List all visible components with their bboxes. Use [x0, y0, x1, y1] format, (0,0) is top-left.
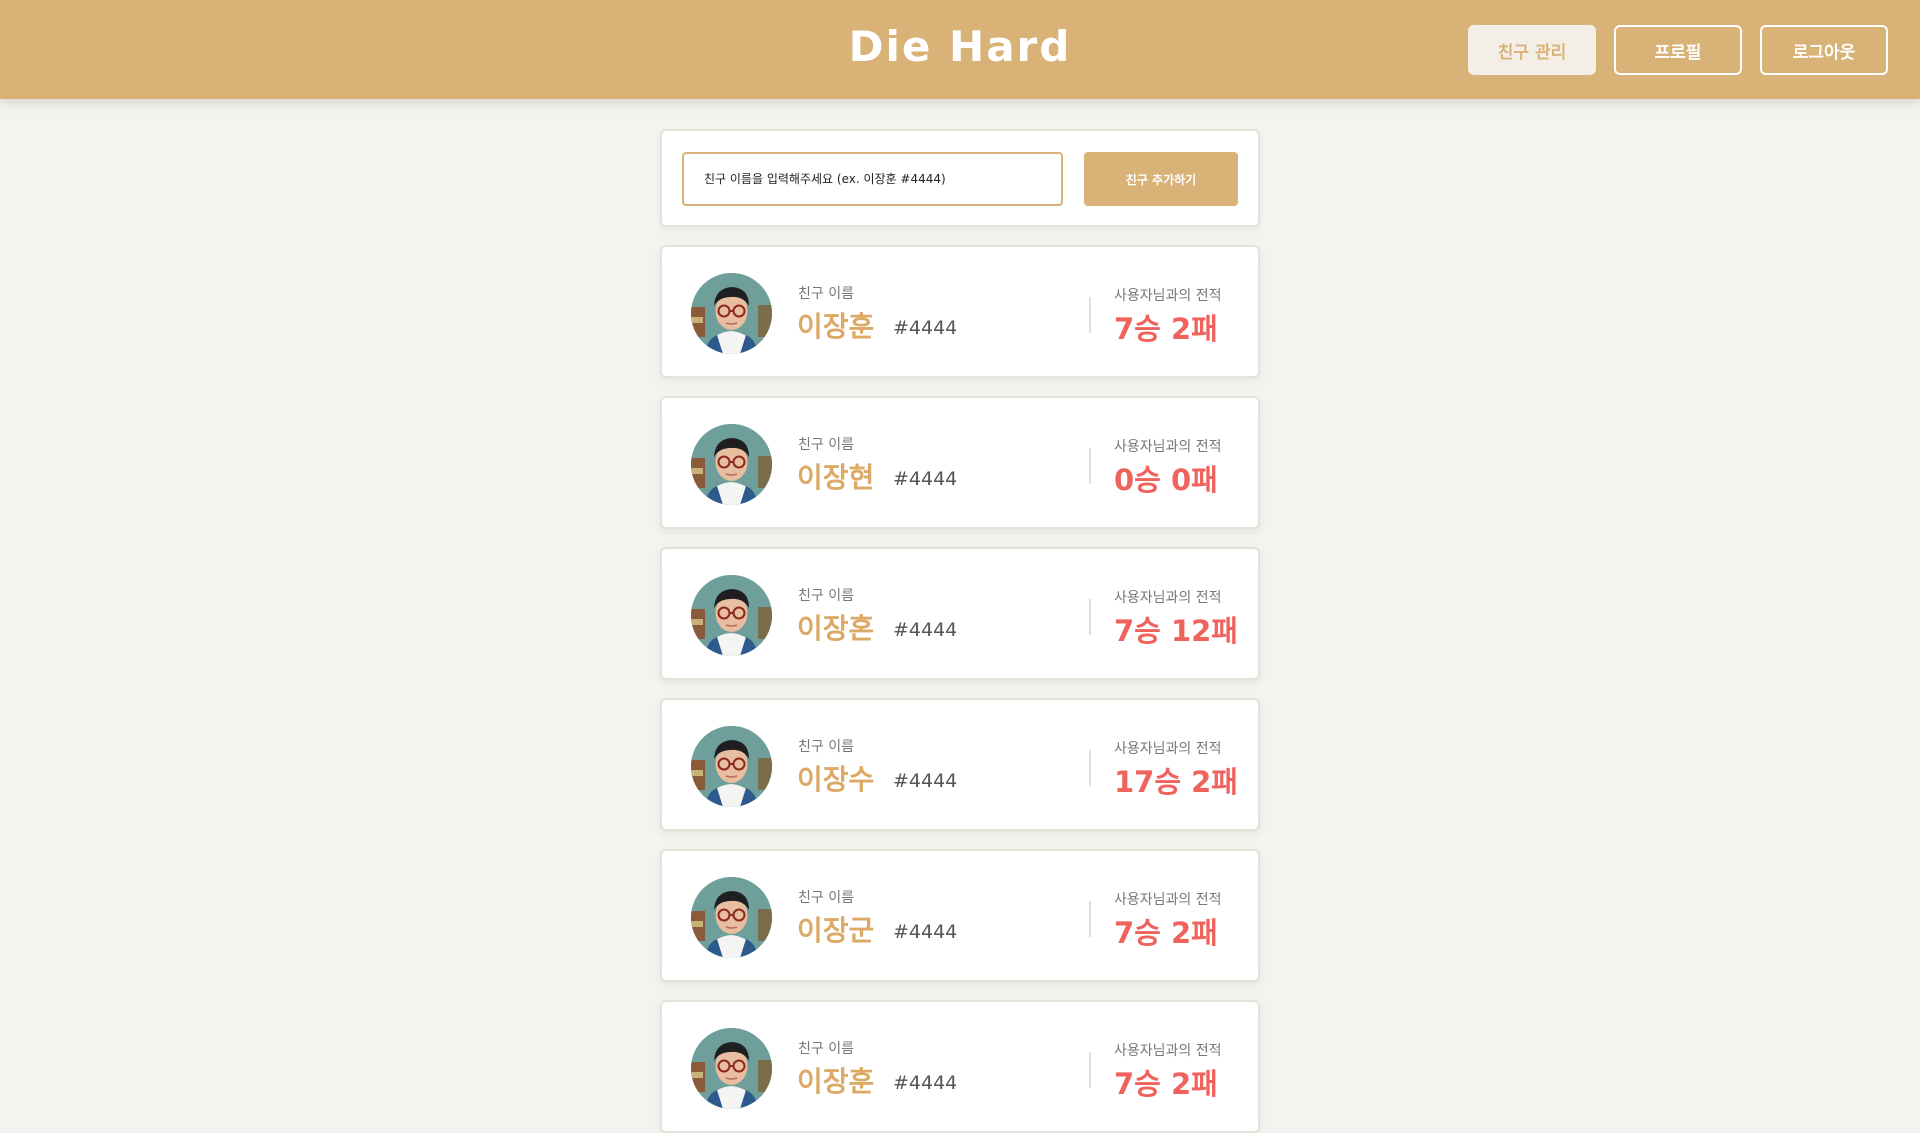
- friend-avatar: [691, 424, 772, 505]
- friend-tag: #4444: [893, 619, 958, 641]
- friend-avatar: [691, 575, 772, 656]
- friend-name-label: 친구 이름: [798, 588, 854, 604]
- nav-profile-button[interactable]: 프로필: [1614, 25, 1742, 75]
- friend-name-label: 친구 이름: [798, 1041, 854, 1057]
- win-loss-record: 7승 2패: [1114, 916, 1218, 950]
- friend-avatar: [691, 877, 772, 958]
- friend-list: 친구 이름 이장훈 #4444 사용자님과의 전적 7승 2패 친구 이름 이장…: [660, 245, 1260, 1133]
- top-header: Die Hard 친구 관리 프로필 로그아웃: [0, 0, 1920, 99]
- friend-name: 이장훈: [797, 310, 875, 343]
- nav-logout-button[interactable]: 로그아웃: [1760, 25, 1888, 75]
- friend-tag: #4444: [893, 921, 958, 943]
- friend-tag: #4444: [893, 1072, 958, 1094]
- friend-name: 이장훈: [797, 1065, 875, 1098]
- friend-card[interactable]: 친구 이름 이장훈 #4444 사용자님과의 전적 7승 2패: [660, 1000, 1260, 1133]
- card-divider: [1089, 901, 1091, 937]
- friend-avatar: [691, 273, 772, 354]
- win-loss-record: 7승 2패: [1114, 312, 1218, 346]
- friend-name-label: 친구 이름: [798, 286, 854, 302]
- person-photo-icon: [691, 726, 772, 807]
- friend-name-input[interactable]: [682, 152, 1063, 206]
- add-friend-card: 친구 추가하기: [660, 129, 1260, 227]
- friend-name-label: 친구 이름: [798, 890, 854, 906]
- card-divider: [1089, 1052, 1091, 1088]
- add-friend-button[interactable]: 친구 추가하기: [1084, 152, 1238, 206]
- friend-name: 이장혼: [797, 612, 875, 645]
- win-loss-record: 0승 0패: [1114, 463, 1218, 497]
- person-photo-icon: [691, 273, 772, 354]
- record-label: 사용자님과의 전적: [1114, 590, 1222, 606]
- friend-name-label: 친구 이름: [798, 739, 854, 755]
- person-photo-icon: [691, 424, 772, 505]
- friend-tag: #4444: [893, 468, 958, 490]
- record-label: 사용자님과의 전적: [1114, 439, 1222, 455]
- win-loss-record: 7승 12패: [1114, 614, 1238, 648]
- friend-card[interactable]: 친구 이름 이장혼 #4444 사용자님과의 전적 7승 12패: [660, 547, 1260, 680]
- win-loss-record: 7승 2패: [1114, 1067, 1218, 1101]
- friend-avatar: [691, 1028, 772, 1109]
- record-label: 사용자님과의 전적: [1114, 288, 1222, 304]
- card-divider: [1089, 297, 1091, 333]
- friend-card[interactable]: 친구 이름 이장훈 #4444 사용자님과의 전적 7승 2패: [660, 245, 1260, 378]
- card-divider: [1089, 448, 1091, 484]
- person-photo-icon: [691, 575, 772, 656]
- card-divider: [1089, 599, 1091, 635]
- friend-card[interactable]: 친구 이름 이장현 #4444 사용자님과의 전적 0승 0패: [660, 396, 1260, 529]
- person-photo-icon: [691, 1028, 772, 1109]
- friend-avatar: [691, 726, 772, 807]
- record-label: 사용자님과의 전적: [1114, 892, 1222, 908]
- friend-card[interactable]: 친구 이름 이장수 #4444 사용자님과의 전적 17승 2패: [660, 698, 1260, 831]
- friend-name: 이장수: [797, 763, 875, 796]
- friend-tag: #4444: [893, 770, 958, 792]
- friend-tag: #4444: [893, 317, 958, 339]
- person-photo-icon: [691, 877, 772, 958]
- friend-name: 이장현: [797, 461, 875, 494]
- win-loss-record: 17승 2패: [1114, 765, 1238, 799]
- friend-list-panel: 친구 추가하기 친구 이름 이장훈 #4444 사용자님과의: [660, 129, 1260, 1133]
- record-label: 사용자님과의 전적: [1114, 1043, 1222, 1059]
- card-divider: [1089, 750, 1091, 786]
- record-label: 사용자님과의 전적: [1114, 741, 1222, 757]
- friend-name: 이장군: [797, 914, 875, 947]
- friend-name-label: 친구 이름: [798, 437, 854, 453]
- friend-card[interactable]: 친구 이름 이장군 #4444 사용자님과의 전적 7승 2패: [660, 849, 1260, 982]
- nav-friend-management-button[interactable]: 친구 관리: [1468, 25, 1596, 75]
